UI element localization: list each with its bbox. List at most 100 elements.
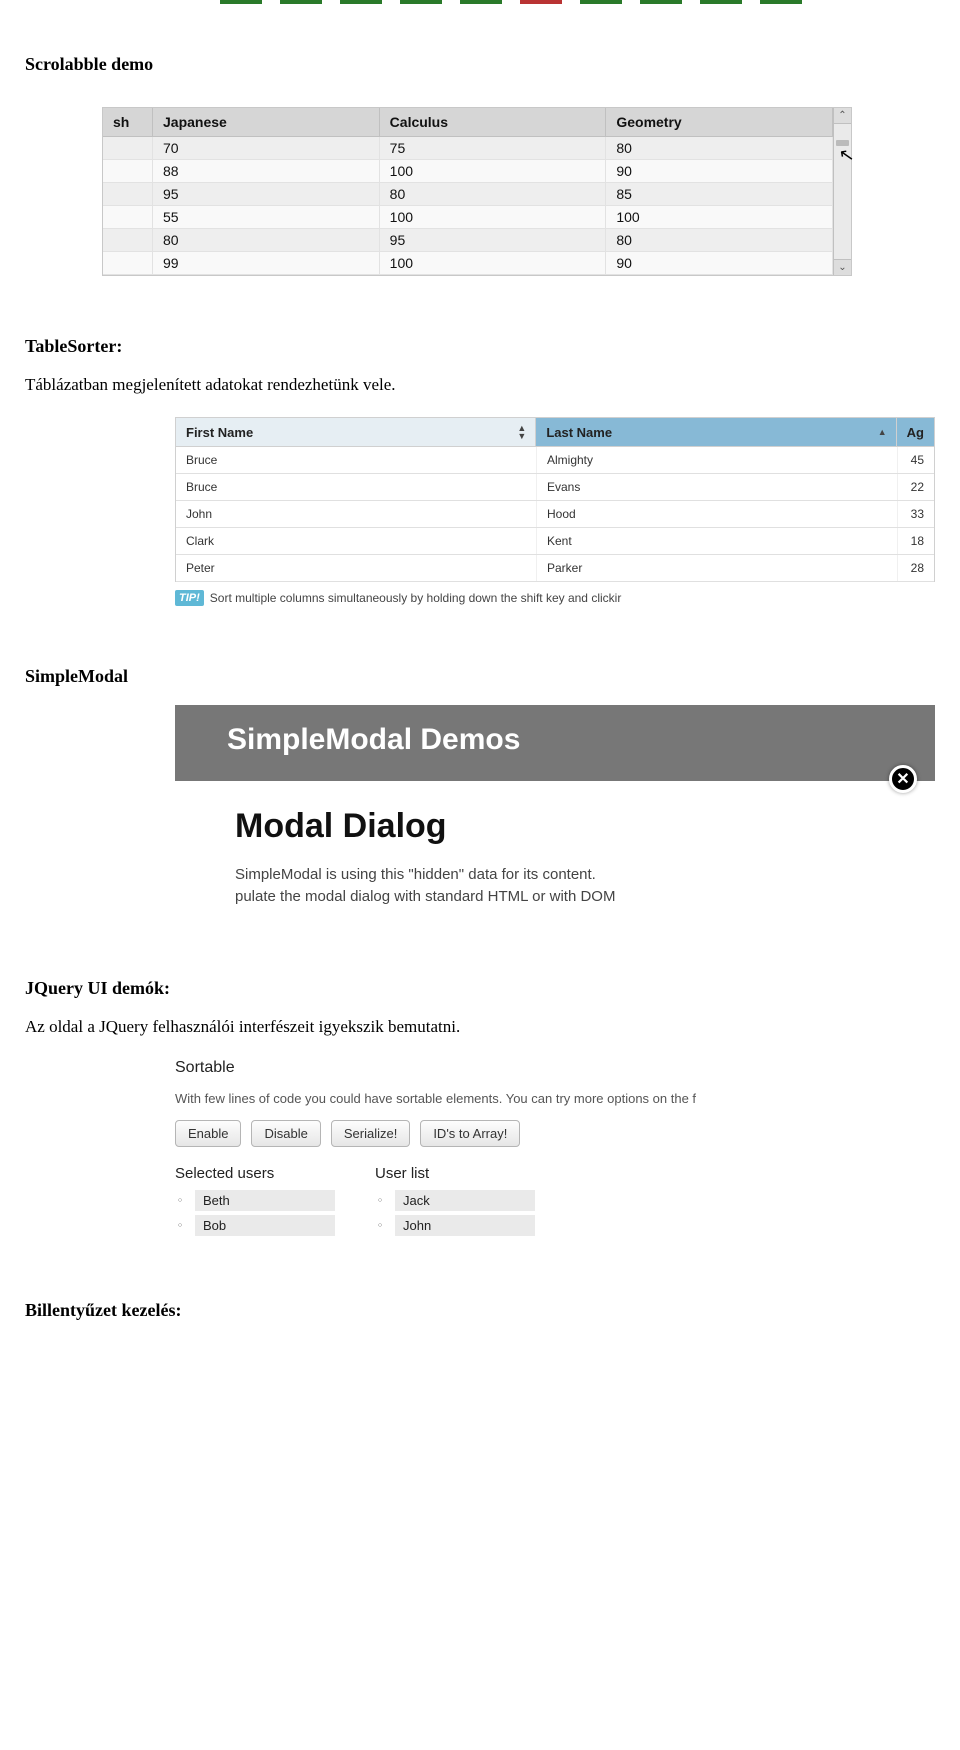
table-cell <box>103 183 153 205</box>
table-cell: 33 <box>898 501 934 527</box>
tip-text: Sort multiple columns simultaneously by … <box>210 591 622 605</box>
tip-row: TIP! Sort multiple columns simultaneousl… <box>175 590 935 606</box>
dash <box>640 0 682 4</box>
sortable-description: With few lines of code you could have so… <box>175 1091 935 1106</box>
list-item[interactable]: John <box>395 1215 535 1236</box>
table-row: 9910090 <box>103 252 833 275</box>
table-cell: 80 <box>153 229 380 251</box>
table-cell: Bruce <box>176 447 537 473</box>
list-item[interactable]: Jack <box>395 1190 535 1211</box>
table-cell: 100 <box>380 252 607 274</box>
dash <box>460 0 502 4</box>
simplemodal-banner: SimpleModal Demos <box>175 705 935 781</box>
table-row: BruceAlmighty45 <box>176 447 934 474</box>
heading-scrollable: Scrolabble demo <box>0 54 960 75</box>
table-row: 8810090 <box>103 160 833 183</box>
table-cell: 80 <box>380 183 607 205</box>
table-row: ClarkKent18 <box>176 528 934 555</box>
dash <box>700 0 742 4</box>
disable-button[interactable]: Disable <box>251 1120 320 1147</box>
table-row: PeterParker28 <box>176 555 934 582</box>
dash-red <box>520 0 562 4</box>
list-item[interactable]: Bob <box>195 1215 335 1236</box>
modal-body-line: SimpleModal is using this "hidden" data … <box>235 864 915 886</box>
bullet-icon: ○ <box>175 1197 185 1204</box>
table-cell <box>103 229 153 251</box>
table-cell: 28 <box>898 555 934 581</box>
sortable-title: Sortable <box>175 1059 935 1077</box>
column-title: User list <box>375 1165 535 1182</box>
column-header[interactable]: Japanese <box>153 108 380 137</box>
table-cell: 18 <box>898 528 934 554</box>
scroll-up-arrow-icon[interactable]: ⌃ <box>834 108 851 124</box>
scroll-down-arrow-icon[interactable]: ⌄ <box>834 259 851 275</box>
table-cell: 45 <box>898 447 934 473</box>
table-row: BruceEvans22 <box>176 474 934 501</box>
jqueryui-sortable-screenshot: Sortable With few lines of code you coul… <box>175 1059 935 1240</box>
table-cell: 85 <box>606 183 833 205</box>
table-cell: 22 <box>898 474 934 500</box>
table-cell: Hood <box>537 501 898 527</box>
column-label: First Name <box>186 425 253 440</box>
column-title: Selected users <box>175 1165 335 1182</box>
table-cell: 95 <box>153 183 380 205</box>
table-cell <box>103 160 153 182</box>
dash <box>760 0 802 4</box>
column-header-firstname[interactable]: First Name <box>176 418 536 447</box>
modal-dialog: ✕ Modal Dialog SimpleModal is using this… <box>175 781 935 918</box>
table-cell <box>103 137 153 159</box>
sort-both-icon <box>517 424 525 440</box>
table-cell: 100 <box>606 206 833 228</box>
bullet-icon: ○ <box>375 1197 385 1204</box>
list-item-row: ○ John <box>375 1215 535 1236</box>
bullet-icon: ○ <box>375 1222 385 1229</box>
list-item[interactable]: Beth <box>195 1190 335 1211</box>
table-cell: 99 <box>153 252 380 274</box>
table-row: JohnHood33 <box>176 501 934 528</box>
ids-to-array-button[interactable]: ID's to Array! <box>420 1120 520 1147</box>
table-cell: Evans <box>537 474 898 500</box>
serialize-button[interactable]: Serialize! <box>331 1120 410 1147</box>
table-cell: Bruce <box>176 474 537 500</box>
table-row: 958085 <box>103 183 833 206</box>
enable-button[interactable]: Enable <box>175 1120 241 1147</box>
tablesorter-screenshot: First Name Last Name Ag BruceAlmighty45B… <box>175 417 935 606</box>
table-cell: 80 <box>606 137 833 159</box>
list-item-row: ○Bob <box>175 1215 335 1236</box>
modal-title: Modal Dialog <box>235 807 915 846</box>
column-label: Last Name <box>546 425 612 440</box>
table-cell: Parker <box>537 555 898 581</box>
list-item-row: ○ Jack <box>375 1190 535 1211</box>
column-label: Ag <box>907 425 924 440</box>
table-header-row: First Name Last Name Ag <box>176 418 934 447</box>
table-cell: 75 <box>380 137 607 159</box>
table-cell: 100 <box>380 160 607 182</box>
vertical-scrollbar[interactable]: ⌃ ⌄ <box>833 108 851 275</box>
table-header-row: sh Japanese Calculus Geometry <box>103 108 833 137</box>
heading-tablesorter: TableSorter: <box>0 336 960 357</box>
column-header-lastname[interactable]: Last Name <box>536 418 896 447</box>
user-list-column: User list ○ Jack ○ John <box>375 1165 535 1240</box>
scrollable-table-screenshot: sh Japanese Calculus Geometry 7075808810… <box>102 107 852 276</box>
heading-simplemodal: SimpleModal <box>0 666 960 687</box>
dash <box>400 0 442 4</box>
table-cell: Almighty <box>537 447 898 473</box>
tip-badge: TIP! <box>175 590 204 606</box>
sort-asc-icon <box>878 428 886 436</box>
heading-keyboard: Billentyűzet kezelés: <box>0 1300 960 1321</box>
table-cell <box>103 252 153 274</box>
button-row: Enable Disable Serialize! ID's to Array! <box>175 1120 935 1147</box>
table-cell: Peter <box>176 555 537 581</box>
column-header[interactable]: sh <box>103 108 153 137</box>
close-icon[interactable]: ✕ <box>889 765 917 793</box>
column-header[interactable]: Geometry <box>606 108 833 137</box>
table-cell <box>103 206 153 228</box>
table-row: 55100100 <box>103 206 833 229</box>
column-header[interactable]: Calculus <box>380 108 607 137</box>
table-cell: 55 <box>153 206 380 228</box>
dash <box>340 0 382 4</box>
column-header-age[interactable]: Ag <box>897 418 934 447</box>
dash <box>220 0 262 4</box>
simplemodal-screenshot: SimpleModal Demos ✕ Modal Dialog SimpleM… <box>175 705 935 918</box>
table-cell: 90 <box>606 252 833 274</box>
